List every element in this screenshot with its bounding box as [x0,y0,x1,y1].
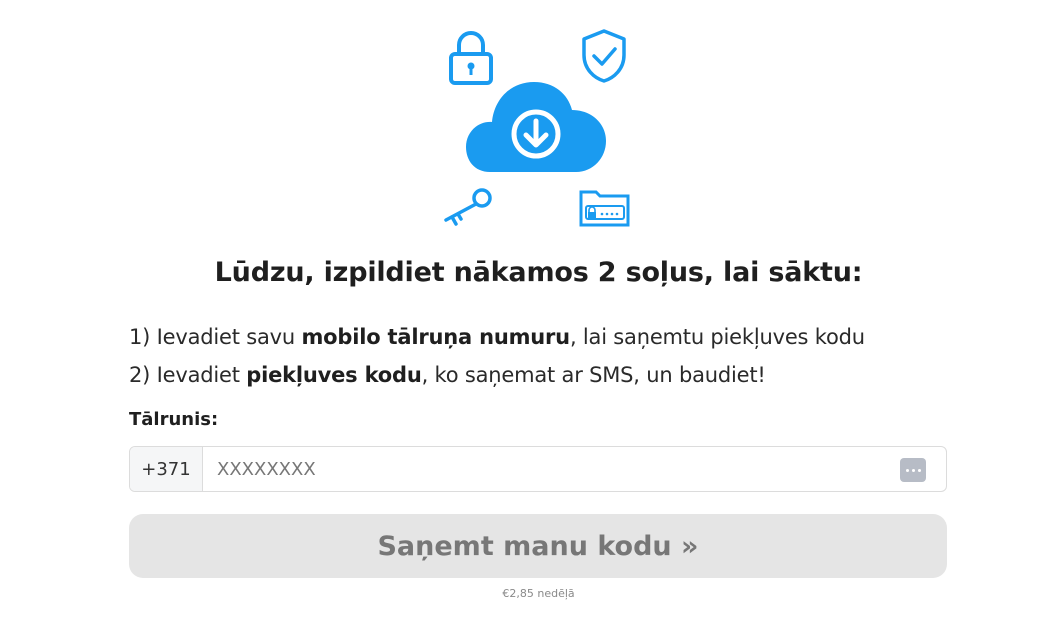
key-icon [444,188,492,226]
step-2-suffix: , ko saņemat ar SMS, un baudiet! [421,363,766,387]
country-code: +371 [130,447,203,491]
phone-input-group: +371 [129,446,947,492]
cloud-download-icon [466,82,606,172]
step-2-prefix: 2) Ievadiet [129,363,247,387]
step-2: 2) Ievadiet piekļuves kodu, ko saņemat a… [129,356,1009,394]
phone-input[interactable] [203,447,946,491]
step-1-suffix: , lai saņemtu piekļuves kodu [569,325,865,349]
phone-label: Tālrunis: [129,409,219,430]
step-2-bold: piekļuves kodu [246,363,422,387]
step-1-bold: mobilo tālruņa numuru [301,325,570,349]
step-1-prefix: 1) Ievadiet savu [129,325,302,349]
password-manager-icon[interactable] [900,458,926,482]
hero-illustration [420,18,650,233]
page-title: Lūdzu, izpildiet nākamos 2 soļus, lai sā… [214,257,863,288]
password-folder-icon [579,190,630,227]
step-1: 1) Ievadiet savu mobilo tālruņa numuru, … [129,318,1009,356]
get-code-button[interactable]: Saņemt manu kodu » [129,514,947,578]
instructions: 1) Ievadiet savu mobilo tālruņa numuru, … [129,318,1009,394]
price-note: €2,85 nedēļā [502,587,575,600]
